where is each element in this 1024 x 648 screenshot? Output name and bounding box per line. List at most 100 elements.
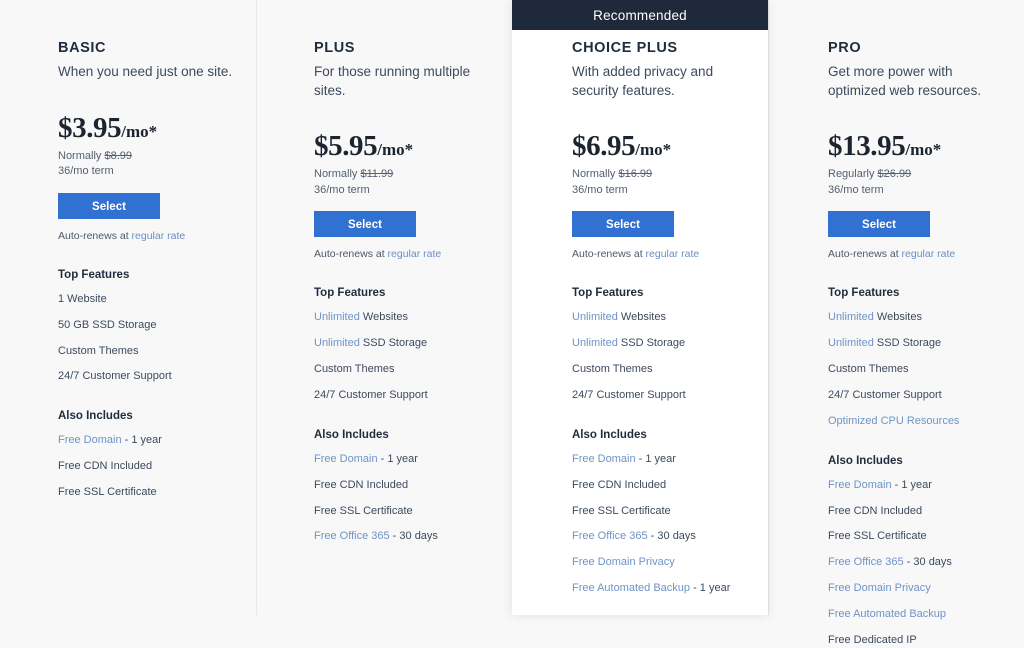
feature-text: Free CDN Included (828, 504, 923, 517)
feature-item: Free Domain - 1 year (314, 452, 479, 467)
ribbon-spacer (0, 0, 256, 30)
feature-item: Free SSL Certificate (572, 504, 737, 519)
feature-text: Websites (359, 311, 408, 324)
top-features-list: Unlimited Websites Unlimited SSD Storage C… (314, 310, 494, 402)
plan-column-choice-plus: Recommended CHOICE PLUS With added privacy… (512, 0, 768, 615)
normally-prefix: Normally (314, 168, 361, 181)
price-block: $5.95/mo* Normally $11.99 36/mo term Select… (314, 130, 494, 260)
plan-inner: PRO Get more power with optimized web res… (768, 30, 1024, 648)
feature-text: Custom Themes (58, 344, 139, 357)
feature-item: Free Automated Backup (828, 607, 993, 622)
feature-text: - 30 days (903, 556, 952, 569)
feature-link[interactable]: Free Office 365 (572, 530, 648, 542)
select-button[interactable]: Select (58, 192, 160, 219)
feature-link[interactable]: Unlimited (828, 311, 874, 323)
feature-text: - 1 year (377, 452, 418, 465)
normally-prefix: Normally (572, 168, 619, 181)
top-features-heading: Top Features (572, 287, 644, 300)
feature-text: - 30 days (647, 530, 696, 543)
price-period: /mo* (905, 140, 942, 160)
feature-link[interactable]: Optimized CPU Resources (828, 415, 959, 427)
plan-inner: CHOICE PLUS With added privacy and securi… (512, 30, 768, 596)
regular-rate-link[interactable]: regular rate (388, 248, 442, 260)
feature-item: Custom Themes (828, 362, 993, 377)
feature-link[interactable]: Free Automated Backup (572, 582, 690, 594)
also-includes-heading: Also Includes (828, 454, 903, 467)
also-includes-heading: Also Includes (314, 428, 389, 441)
feature-item: Free SSL Certificate (828, 529, 993, 544)
feature-item: 24/7 Customer Support (58, 369, 223, 384)
autorenew-note: Auto-renews at regular rate (572, 248, 750, 260)
feature-link[interactable]: Unlimited (828, 337, 874, 349)
autorenew-prefix: Auto-renews at (828, 248, 902, 261)
feature-text: Websites (617, 311, 666, 324)
autorenew-note: Auto-renews at regular rate (314, 248, 494, 260)
feature-item: Free Office 365 - 30 days (828, 555, 993, 570)
feature-item: 50 GB SSD Storage (58, 318, 223, 333)
top-features-heading: Top Features (828, 287, 900, 300)
feature-text: Free SSL Certificate (314, 504, 413, 517)
feature-item: 24/7 Customer Support (314, 388, 479, 403)
feature-item: Free Automated Backup - 1 year (572, 581, 737, 596)
autorenew-prefix: Auto-renews at (314, 248, 388, 261)
also-includes-heading: Also Includes (572, 428, 647, 441)
feature-link[interactable]: Free Domain (828, 479, 892, 491)
term-length: 36/mo term (828, 183, 884, 196)
feature-link[interactable]: Unlimited (572, 311, 618, 323)
feature-link[interactable]: Free Office 365 (828, 556, 904, 568)
plan-body: CHOICE PLUS With added privacy and securi… (512, 30, 768, 596)
normally-prefix: Normally (58, 149, 105, 162)
price-note: Regularly $26.99 36/mo term (828, 167, 1006, 198)
feature-link[interactable]: Unlimited (314, 311, 360, 323)
feature-link[interactable]: Free Domain (572, 453, 636, 465)
plan-name: PLUS (314, 40, 356, 56)
feature-text: Custom Themes (828, 363, 909, 376)
feature-text: - 30 days (389, 530, 438, 543)
top-features-list: Unlimited Websites Unlimited SSD Storage C… (572, 310, 750, 402)
feature-link[interactable]: Free Domain Privacy (828, 582, 931, 594)
feature-text: - 1 year (690, 582, 731, 595)
feature-item: Free CDN Included (572, 478, 737, 493)
select-button[interactable]: Select (572, 211, 674, 238)
feature-link[interactable]: Free Domain Privacy (572, 556, 675, 568)
also-includes-list: Free Domain - 1 year Free CDN Included Fre… (572, 452, 750, 596)
select-button[interactable]: Select (828, 211, 930, 238)
price-period: /mo* (377, 140, 414, 160)
feature-item: 24/7 Customer Support (572, 388, 737, 403)
price-amount: $3.95 (58, 111, 122, 144)
feature-text: 24/7 Customer Support (314, 389, 428, 401)
price-row: $13.95/mo* (828, 130, 1006, 163)
feature-text: - 1 year (891, 478, 932, 491)
feature-item: Free SSL Certificate (314, 504, 479, 519)
top-features-list: 1 Website 50 GB SSD Storage Custom Themes 2… (58, 292, 238, 384)
feature-item: 24/7 Customer Support (828, 388, 993, 403)
term-length: 36/mo term (314, 183, 370, 196)
feature-text: Websites (873, 311, 922, 324)
price-block: $6.95/mo* Normally $16.99 36/mo term Select… (572, 130, 750, 260)
feature-text: SSD Storage (873, 337, 942, 350)
plan-inner: PLUS For those running multiple sites. $5.… (256, 30, 512, 544)
feature-text: Free CDN Included (58, 460, 153, 473)
feature-link[interactable]: Free Domain (58, 434, 122, 446)
feature-item: Unlimited Websites (314, 310, 479, 325)
feature-link[interactable]: Free Automated Backup (828, 608, 946, 620)
feature-link[interactable]: Free Office 365 (314, 530, 390, 542)
plan-inner: BASIC When you need just one site. $3.95/m… (0, 30, 256, 500)
feature-item: Free Domain Privacy (572, 555, 737, 570)
regular-rate-link[interactable]: regular rate (902, 248, 956, 260)
feature-link[interactable]: Free Domain (314, 453, 378, 465)
feature-link[interactable]: Unlimited (314, 337, 360, 349)
term-length: 36/mo term (58, 165, 114, 178)
regular-rate-link[interactable]: regular rate (132, 230, 186, 242)
feature-link[interactable]: Unlimited (572, 337, 618, 349)
regular-rate-link[interactable]: regular rate (646, 248, 700, 260)
feature-text: Free Dedicated IP (828, 633, 917, 646)
price-period: /mo* (635, 140, 672, 160)
feature-item: Unlimited Websites (572, 310, 737, 325)
plan-tagline: With added privacy and security features… (572, 64, 714, 98)
price-block: $3.95/mo* Normally $8.99 36/mo term Select A… (58, 112, 238, 242)
select-button[interactable]: Select (314, 211, 416, 238)
feature-item: Free CDN Included (314, 478, 479, 493)
autorenew-prefix: Auto-renews at (572, 248, 646, 261)
plan-column-basic: BASIC When you need just one site. $3.95/m… (0, 0, 256, 615)
